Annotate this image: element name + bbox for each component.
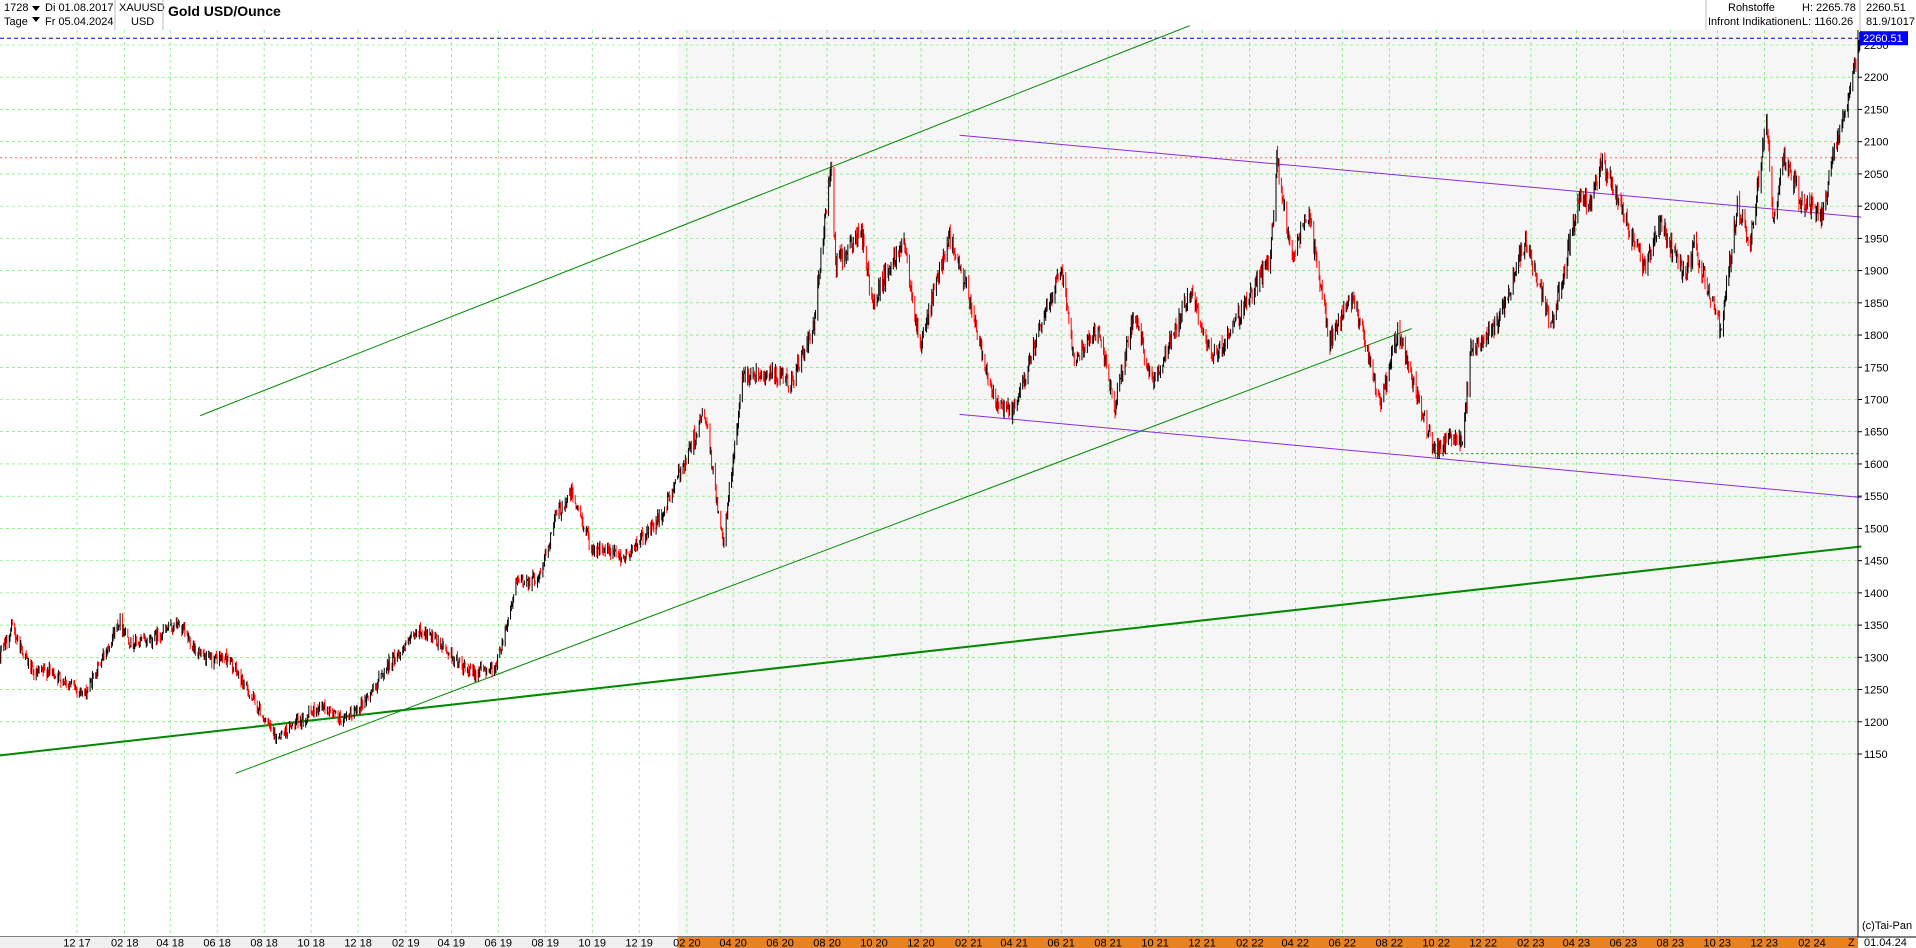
currency: USD [131, 16, 154, 28]
x-tick-label: 10 21 [1141, 938, 1169, 948]
high-value: H: 2265.78 [1802, 2, 1856, 14]
last-date: 01.04.24 [1864, 937, 1907, 948]
range-readout: 81.9/1017 [1866, 16, 1915, 28]
x-tick-label: 10 18 [297, 938, 325, 948]
y-tick-label: 1350 [1864, 620, 1888, 632]
y-tick-label: 1150 [1864, 749, 1888, 761]
x-tick-label: 02 18 [111, 938, 139, 948]
y-tick-label: 1250 [1864, 685, 1888, 697]
y-tick-label: 2000 [1864, 201, 1888, 213]
x-tick-label: 12 17 [63, 938, 91, 948]
y-tick-label: 2150 [1864, 104, 1888, 116]
y-tick-label: 1300 [1864, 652, 1888, 664]
x-tick-label: 12 19 [625, 938, 653, 948]
x-tick-label: 08 20 [813, 938, 841, 948]
x-tick-label: 08 19 [531, 938, 559, 948]
x-tick-label: 04 18 [156, 938, 184, 948]
y-tick-label: 1850 [1864, 298, 1888, 310]
x-tick-label: 02 19 [392, 938, 420, 948]
x-tick-label: 04 20 [719, 938, 747, 948]
x-tick-label: 12 23 [1750, 938, 1778, 948]
x-tick-label: 10 19 [578, 938, 606, 948]
price-chart[interactable]: 1728 Di 01.08.2017 Tage Fr 05.04.2024 XA… [0, 0, 1916, 948]
last-price-text: 2260.51 [1863, 33, 1903, 45]
header: 1728 Di 01.08.2017 Tage Fr 05.04.2024 XA… [0, 0, 1916, 30]
x-tick-label: 02 21 [955, 938, 983, 948]
x-tick-label: 04 23 [1563, 938, 1591, 948]
y-tick-label: 2050 [1864, 169, 1888, 181]
y-tick-label: 1400 [1864, 588, 1888, 600]
x-tick-label: 12 18 [344, 938, 372, 948]
x-tick-label: 04 19 [437, 938, 465, 948]
start-date: Di 01.08.2017 [45, 2, 114, 14]
x-tick-label: 06 18 [203, 938, 231, 948]
y-tick-label: 1550 [1864, 491, 1888, 503]
z-marker: Z [1848, 937, 1855, 948]
y-tick-label: 1200 [1864, 717, 1888, 729]
y-tick-label: 1700 [1864, 395, 1888, 407]
x-tick-label: 08 21 [1094, 938, 1122, 948]
x-tick-label: 12 21 [1188, 938, 1216, 948]
x-tick-label: 04 22 [1282, 938, 1310, 948]
x-tick-label: 04 21 [1000, 938, 1028, 948]
x-tick-label: 02 24 [1798, 938, 1826, 948]
bars-count[interactable]: 1728 [4, 2, 28, 14]
x-tick-label: 12 22 [1469, 938, 1497, 948]
x-tick-label: 08 22 [1375, 938, 1403, 948]
end-date: Fr 05.04.2024 [45, 16, 114, 28]
plot-area[interactable] [0, 25, 1862, 937]
x-tick-label: 08 18 [250, 938, 278, 948]
x-tick-label: 06 22 [1328, 938, 1356, 948]
last-price-label: 2260.51 [1860, 31, 1908, 46]
x-tick-label: 02 23 [1517, 938, 1545, 948]
y-tick-label: 1500 [1864, 523, 1888, 535]
x-tick-label: 08 23 [1657, 938, 1685, 948]
low-value: L: 1160.26 [1802, 16, 1853, 28]
period-selector[interactable]: Tage [4, 16, 28, 28]
x-axis: 12 17 02 18 04 18 06 18 08 18 10 18 12 18 02 19… [0, 937, 1858, 948]
y-axis: 1150 1200 1250 1300 1350 1400 1450 1500 1550 1600… [1858, 40, 1888, 761]
x-tick-label: 02 20 [673, 938, 701, 948]
data-source: Infront Indikationen [1708, 16, 1802, 28]
y-tick-label: 1450 [1864, 556, 1888, 568]
category: Rohstoffe [1728, 2, 1775, 14]
y-tick-label: 1950 [1864, 233, 1888, 245]
chart-title: Gold USD/Ounce [168, 3, 281, 19]
y-tick-label: 1600 [1864, 459, 1888, 471]
last-value-header: 2260.51 [1866, 2, 1906, 14]
copyright: (c)Tai-Pan [1862, 920, 1912, 932]
x-tick-label: 06 20 [766, 938, 794, 948]
x-tick-label: 10 22 [1422, 938, 1450, 948]
y-tick-label: 2100 [1864, 137, 1888, 149]
x-tick-label: 06 23 [1610, 938, 1638, 948]
x-tick-label: 02 22 [1236, 938, 1264, 948]
y-tick-label: 1800 [1864, 330, 1888, 342]
header-background [0, 0, 1916, 30]
y-tick-label: 1900 [1864, 266, 1888, 278]
x-tick-label: 10 20 [860, 938, 888, 948]
x-tick-label: 12 20 [907, 938, 935, 948]
x-tick-label: 06 19 [484, 938, 512, 948]
y-tick-label: 1650 [1864, 427, 1888, 439]
x-tick-label: 10 23 [1704, 938, 1732, 948]
x-tick-label: 06 21 [1047, 938, 1075, 948]
y-tick-label: 2200 [1864, 72, 1888, 84]
shaded-region [677, 30, 1858, 937]
y-tick-label: 1750 [1864, 362, 1888, 374]
symbol: XAUUSD [119, 2, 165, 14]
